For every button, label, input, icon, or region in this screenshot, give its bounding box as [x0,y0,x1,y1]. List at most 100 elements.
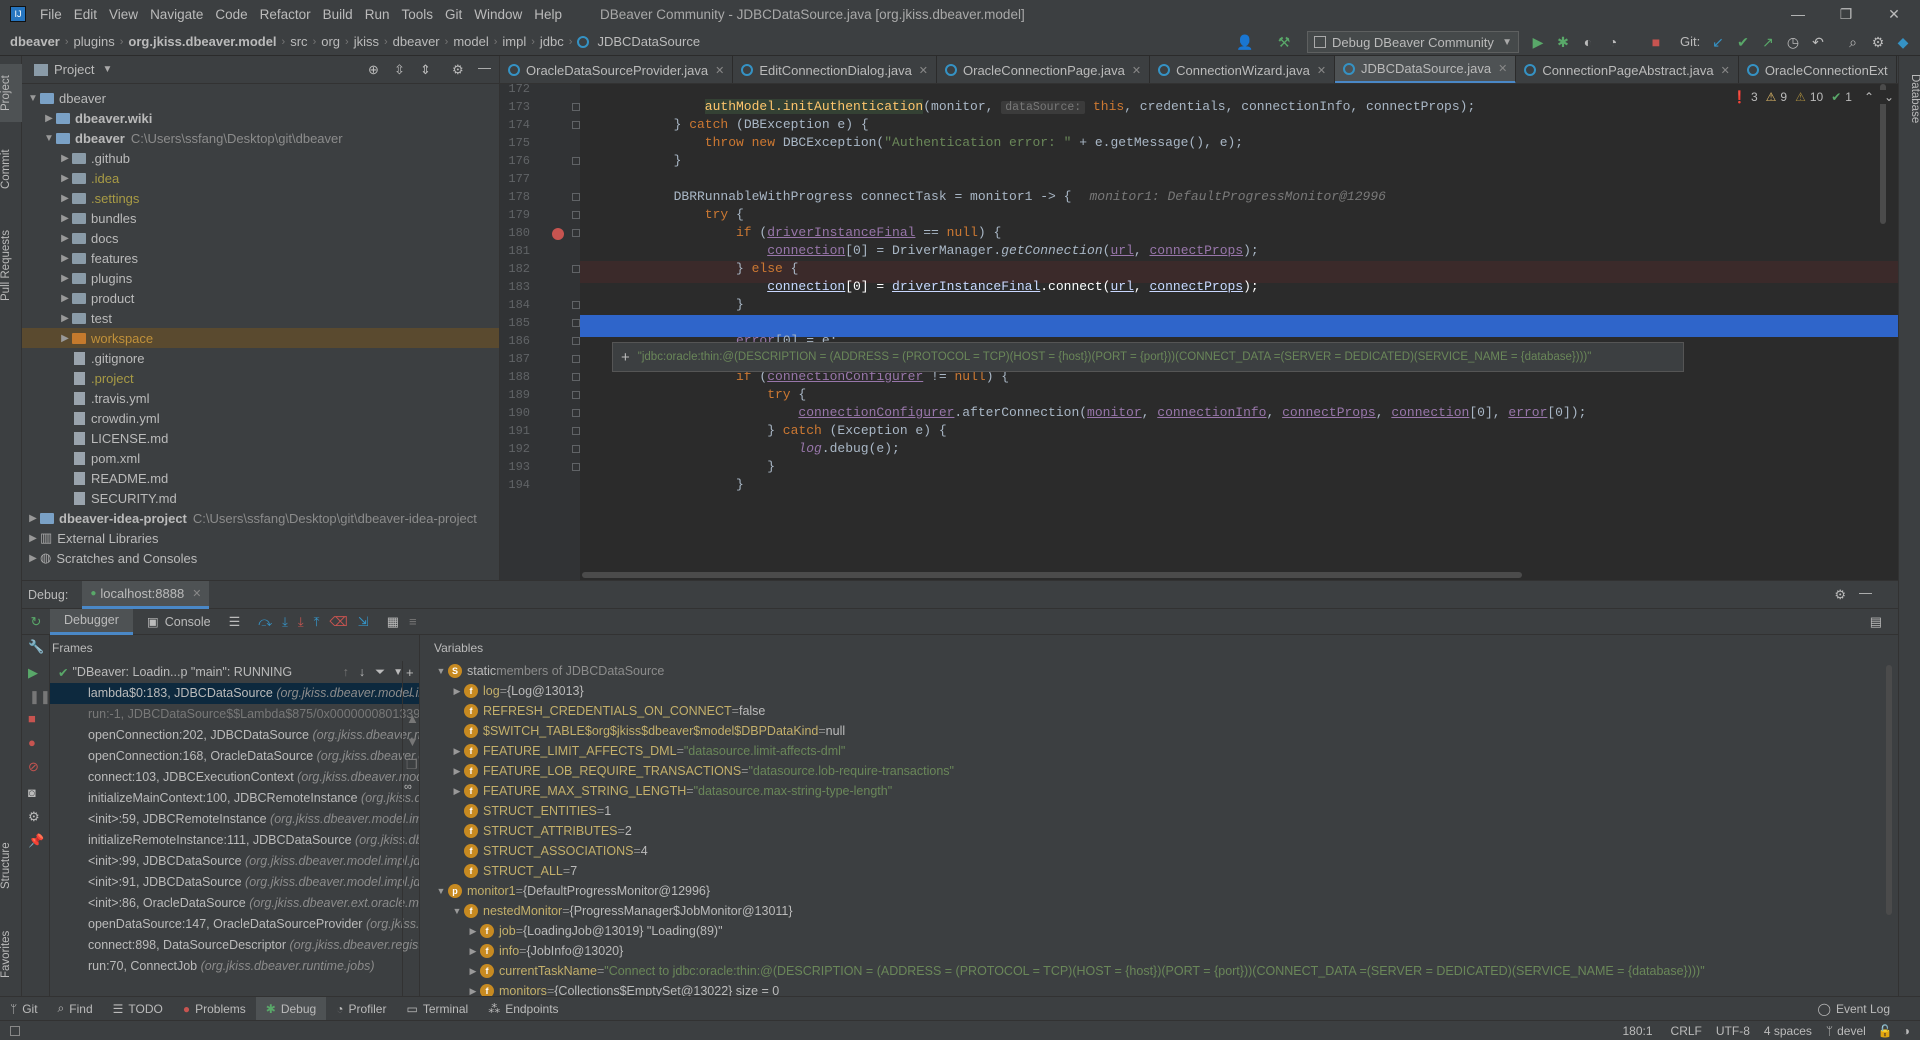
variable-row[interactable]: ▶ f currentTaskName = "Connect to jdbc:ora… [420,961,1898,981]
editor-tab[interactable]: EditConnectionDialog.java ✕ [733,56,938,83]
toolwindow-git[interactable]: ᛘ Git [0,997,48,1021]
stack-frame[interactable]: <init>:91, JDBCDataSource (org.jkiss.dbe… [50,872,419,893]
toolwindow-problems[interactable]: ● Problems [173,997,256,1021]
toggle-tool-windows-icon[interactable] [10,1025,20,1036]
expand-arrow-icon[interactable]: ▶ [450,741,464,761]
step-into-icon[interactable]: ⤓ [282,614,288,630]
collapsed-arrow-icon[interactable]: ▶ [26,553,40,564]
expand-arrow-icon[interactable]: ▶ [466,961,480,981]
run-configuration-select[interactable]: Debug DBeaver Community ▼ [1307,31,1519,53]
expand-arrow-icon[interactable]: ▼ [450,901,464,921]
tree-item[interactable]: ▶ ▥ External Libraries [22,528,499,548]
ide-update-icon[interactable]: ◆ [1895,34,1911,50]
stack-frame[interactable]: <init>:86, OracleDataSource (org.jkiss.d… [50,893,419,914]
variable-row[interactable]: f STRUCT_ASSOCIATIONS = 4 [420,841,1898,861]
menu-navigate[interactable]: Navigate [144,7,209,22]
stop-icon[interactable]: ■ [1648,34,1664,50]
stack-frame[interactable]: openConnection:202, JDBCDataSource (org.… [50,725,419,746]
variable-row[interactable]: ▶ f FEATURE_LOB_REQUIRE_TRANSACTIONS = "da… [420,761,1898,781]
editor-tab[interactable]: ConnectionPageAbstract.java ✕ [1516,56,1739,83]
arrow-down-icon[interactable]: ↓ [359,665,365,679]
search-icon[interactable]: ⌕ [1845,34,1861,50]
step-out-icon[interactable]: ⤒ [314,614,320,630]
git-update-icon[interactable]: ↙ [1710,34,1726,50]
menu-build[interactable]: Build [317,7,359,22]
code-area[interactable]: authModel.initAuthentication(monitor, da… [500,84,1898,580]
variable-row[interactable]: f STRUCT_ENTITIES = 1 [420,801,1898,821]
memory-indicator-icon[interactable]: ◑ [1903,1024,1910,1038]
filter-icon[interactable]: ⏷ [375,665,385,680]
collapse-all-icon[interactable]: ⇕ [420,62,431,78]
profile-icon[interactable]: ◔ [1605,34,1621,50]
editor-tab[interactable]: JDBCDataSource.java ✕ [1335,56,1517,83]
collapsed-arrow-icon[interactable]: ▶ [26,533,40,544]
breadcrumb-org[interactable]: org [317,34,344,49]
lock-icon[interactable]: 🔓 [1878,1024,1893,1038]
collapsed-arrow-icon[interactable]: ▶ [58,153,72,164]
variable-row[interactable]: ▶ f job = {LoadingJob@13019} "Loading(89)" [420,921,1898,941]
collapsed-arrow-icon[interactable]: ▶ [58,193,72,204]
inspection-widget[interactable]: ❗ 3 ⚠ 9 ⚠ 10 ✔ 1 ⌃ ⌄ [1732,90,1895,104]
stack-frame[interactable]: connect:103, JDBCExecutionContext (org.j… [50,767,419,788]
collapsed-arrow-icon[interactable]: ▶ [42,113,56,124]
move-up-icon[interactable]: ▲ [406,711,420,726]
move-down-icon[interactable]: ▼ [406,734,420,749]
git-push-icon[interactable]: ↗ [1760,34,1776,50]
history-icon[interactable]: ◷ [1785,34,1801,50]
tree-item[interactable]: pom.xml [22,448,499,468]
collapsed-arrow-icon[interactable]: ▶ [58,293,72,304]
variable-row[interactable]: ▼ Sstatic members of JDBCDataSource [420,661,1898,681]
debug-session-tab[interactable]: ● localhost:8888 ✕ [82,580,210,609]
stack-frame[interactable]: initializeRemoteInstance:111, JDBCDataSo… [50,830,419,851]
rerun-icon[interactable]: ↻ [22,614,50,630]
tab-debugger[interactable]: Debugger [50,608,133,635]
git-branch-widget[interactable]: ᛘ devel [1826,1024,1866,1038]
close-tab-icon[interactable]: ✕ [919,64,928,77]
thread-selector[interactable]: ✔ "DBeaver: Loadin...p "main": RUNNING ↑… [50,661,419,683]
collapsed-arrow-icon[interactable]: ▶ [58,233,72,244]
restore-icon[interactable]: ❐ [1822,0,1870,28]
file-encoding[interactable]: UTF-8 [1716,1024,1750,1038]
stack-frame[interactable]: run:70, ConnectJob (org.jkiss.dbeaver.ru… [50,956,419,977]
stripe-tab-project[interactable]: Project [0,64,22,122]
stripe-tab-commit[interactable]: Commit [0,140,22,198]
breadcrumb-dbeaver[interactable]: dbeaver [389,34,444,49]
menu-tools[interactable]: Tools [395,7,439,22]
tree-item[interactable]: ▶ .settings [22,188,499,208]
collapsed-arrow-icon[interactable]: ▶ [58,313,72,324]
restore-layout-icon[interactable]: ▤ [1870,614,1882,630]
editor-tab[interactable]: ConnectionWizard.java ✕ [1150,56,1336,83]
breadcrumb-jdbc[interactable]: jdbc [536,34,568,49]
tree-item[interactable]: ▶ ◍ Scratches and Consoles [22,548,499,568]
panel-settings-icon[interactable]: ⚙ [452,62,464,78]
expand-arrow-icon[interactable]: ▶ [466,941,480,961]
tree-item[interactable]: LICENSE.md [22,428,499,448]
close-session-icon[interactable]: ✕ [192,587,201,600]
menu-run[interactable]: Run [359,7,396,22]
layout-menu-icon[interactable]: ☰ [229,614,241,630]
toolwindow-event-log[interactable]: ◯ Event Log [1808,997,1900,1021]
tree-item[interactable]: ▶ plugins [22,268,499,288]
collapsed-arrow-icon[interactable]: ▶ [58,253,72,264]
variable-row[interactable]: ▶ f info = {JobInfo@13020} [420,941,1898,961]
close-tab-icon[interactable]: ✕ [1498,62,1507,75]
evaluate-expression-icon[interactable]: ▦ [387,614,399,630]
stripe-tab-database[interactable]: Database [1899,64,1920,134]
toolwindow-terminal[interactable]: ▭ Terminal [396,997,478,1021]
expand-arrow-icon[interactable]: ▼ [434,661,448,681]
expand-arrow-icon[interactable]: ▶ [466,921,480,941]
expand-arrow-icon[interactable]: ▶ [450,781,464,801]
collapsed-arrow-icon[interactable]: ▶ [26,513,40,524]
breadcrumb-impl[interactable]: impl [498,34,530,49]
expand-all-icon[interactable]: ⇳ [394,62,405,78]
breadcrumb-plugins[interactable]: plugins [70,34,119,49]
pin-icon[interactable]: 📌 [28,833,44,849]
expand-arrow-icon[interactable]: ▼ [434,881,448,901]
breadcrumb-module[interactable]: org.jkiss.dbeaver.model [124,34,280,49]
chevron-down-icon[interactable]: ▼ [102,64,112,75]
indent-setting[interactable]: 4 spaces [1764,1024,1812,1038]
expanded-arrow-icon[interactable]: ▼ [42,133,56,144]
toolwindow-todo[interactable]: ☰ TODO [103,997,173,1021]
variable-row[interactable]: ▶ f FEATURE_MAX_STRING_LENGTH = "datasourc… [420,781,1898,801]
collapsed-arrow-icon[interactable]: ▶ [58,173,72,184]
